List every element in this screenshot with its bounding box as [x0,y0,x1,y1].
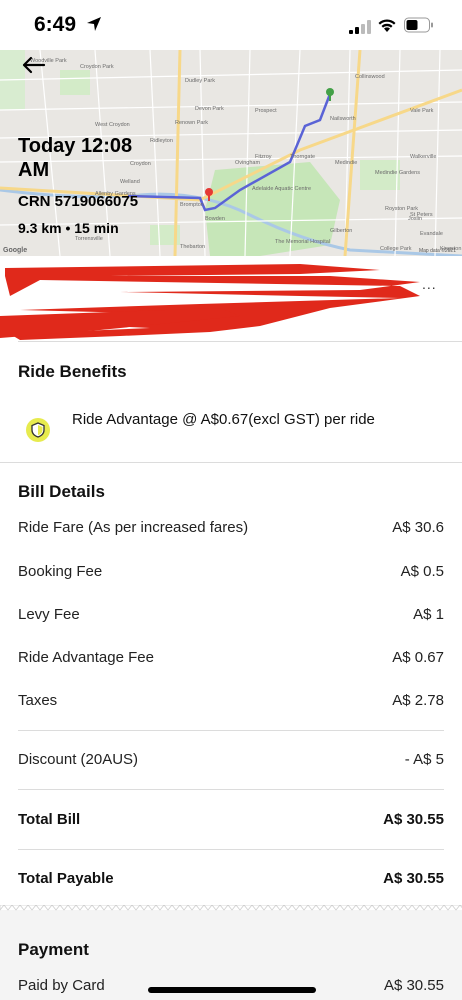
map-place-label: Torrensville [75,236,103,242]
driver-info-section: ... [0,256,462,344]
map-place-label: Medindie [335,160,357,166]
total-bill-label: Total Bill [18,811,81,828]
bill-row-label: Ride Advantage Fee [18,649,154,666]
bill-row-label: Taxes [18,692,58,709]
more-options-icon[interactable]: ... [422,276,437,292]
map-place-label: Thorngate [290,154,315,160]
bill-row-value: A$ 30.6 [392,519,444,536]
bill-details-title: Bill Details [18,482,105,501]
ride-benefits-title: Ride Benefits [18,362,127,381]
map-place-label: Thebarton [180,244,205,250]
divider [18,789,444,790]
bill-row-value: A$ 2.78 [392,692,444,709]
map-place-label: Gilberton [330,228,352,234]
status-time: 6:49 [34,13,77,36]
map-place-label: Bowden [205,216,225,222]
map-place-label: Medindie Gardens [375,170,420,176]
bill-row-label: Booking Fee [18,563,103,580]
map-place-label: Adelaide Aquatic Centre [252,186,311,192]
bill-row-value: A$ 0.67 [392,649,444,666]
cellular-signal-icon [349,20,371,34]
map-place-label: Renown Park [175,120,208,126]
ride-crn: CRN 5719066075 [18,193,139,210]
shield-icon [31,422,45,438]
total-payable-value: A$ 30.55 [383,870,444,887]
section-divider [0,462,462,463]
ride-datetime: Today 12:08 AM [18,135,133,181]
status-bar: 6:49 [0,0,462,50]
map-place-label: Ovingham [235,160,260,166]
home-indicator[interactable] [148,987,316,993]
bill-row-label: Ride Fare (As per increased fares) [18,519,249,536]
discount-value: - A$ 5 [404,751,444,768]
total-bill-value: A$ 30.55 [383,811,444,828]
divider [18,849,444,850]
bill-row-value: A$ 0.5 [400,563,444,580]
google-logo: Google [3,247,28,254]
wifi-icon [378,19,396,32]
payment-method: Paid by Card [18,977,105,994]
map-place-label: Prospect [255,108,277,114]
map-place-label: Croydon Park [80,64,114,70]
battery-icon [404,17,433,33]
map-place-label: Vale Park [410,108,434,114]
redaction-scribble [0,264,420,340]
ride-distance-duration: 9.3 km • 15 min [18,220,119,236]
map-place-label: Joslin [408,216,422,222]
map-copyright: Map data ©2021 [418,248,456,254]
map-place-label: West Croydon [95,122,130,128]
total-payable-label: Total Payable [18,870,114,887]
back-arrow-icon[interactable] [20,55,46,75]
map-place-label: College Park [380,246,412,252]
payment-amount: A$ 30.55 [383,977,444,994]
payment-title: Payment [18,940,89,959]
ride-advantage-badge [26,418,50,442]
map-place-label: Evandale [420,231,443,237]
location-arrow-icon [87,17,101,31]
map-place-label: Devon Park [195,106,224,112]
ride-advantage-text: Ride Advantage @ A$0.67(excl GST) per ri… [72,411,375,428]
bill-row-label: Levy Fee [18,606,80,623]
bill-row-value: A$ 1 [413,606,444,623]
map-place-label: The Memorial Hospital [275,239,330,245]
divider [18,341,462,342]
map-place-label: Dudley Park [185,78,215,84]
map-place-label: Brompton [180,202,204,208]
map-place-label: Collinswood [355,74,385,80]
map-place-label: Walkerville [410,154,436,160]
divider [18,730,444,731]
map-place-label: Nailsworth [330,116,356,122]
discount-label: Discount (20AUS) [18,751,139,768]
